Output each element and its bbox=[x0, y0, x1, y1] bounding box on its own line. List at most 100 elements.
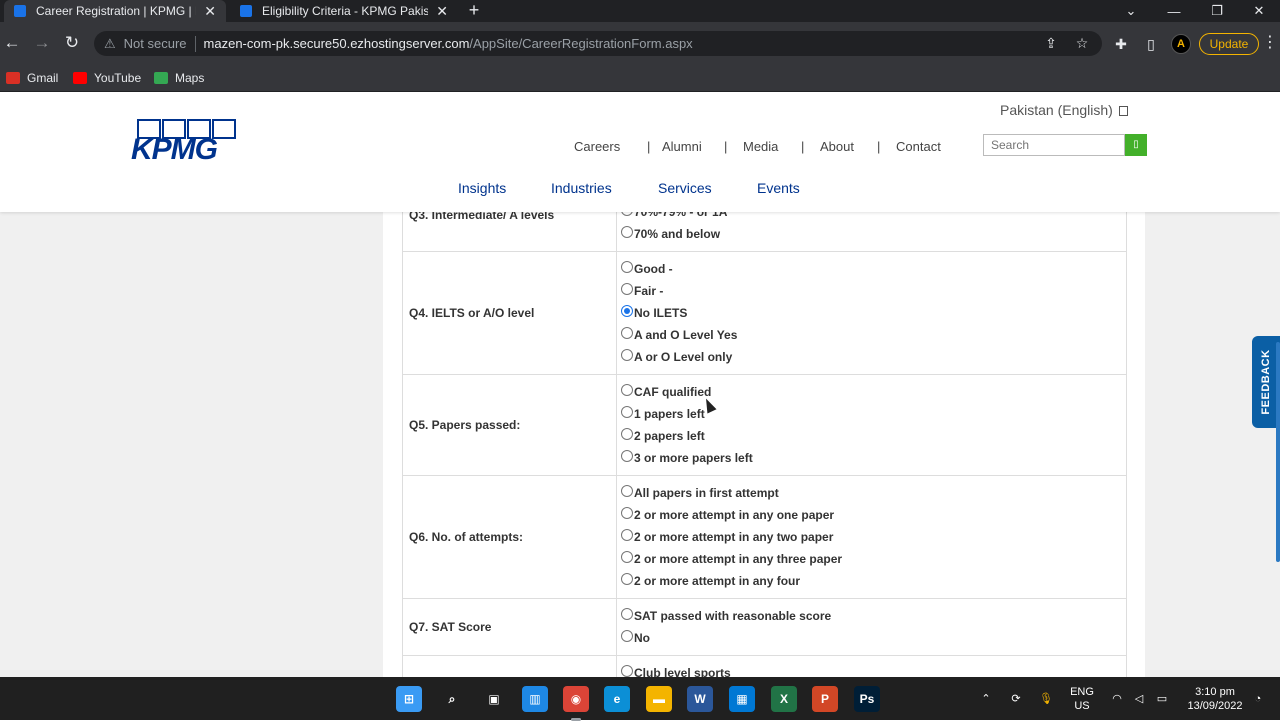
radio-button[interactable] bbox=[621, 226, 633, 238]
nav-services[interactable]: Services bbox=[658, 180, 712, 196]
radio-option[interactable]: A and O Level Yes bbox=[621, 324, 1120, 346]
radio-option[interactable]: SAT passed with reasonable score bbox=[621, 605, 1120, 627]
update-button[interactable]: Update bbox=[1199, 33, 1259, 55]
radio-button[interactable] bbox=[621, 349, 633, 361]
menu-dots-icon[interactable]: ⋮ bbox=[1262, 33, 1278, 55]
notification-icon[interactable]: ◔ bbox=[1250, 677, 1266, 720]
language-selector[interactable]: Pakistan (English) bbox=[1000, 102, 1128, 118]
taskbar-excel-icon[interactable]: X bbox=[771, 686, 797, 712]
taskbar-chrome-icon[interactable]: ◉ bbox=[563, 686, 589, 721]
forward-button[interactable]: → bbox=[32, 33, 52, 53]
tab-close-icon[interactable]: ✕ bbox=[436, 3, 448, 20]
top-link-alumni[interactable]: Alumni bbox=[662, 139, 702, 154]
reload-button[interactable]: ↻ bbox=[62, 33, 82, 53]
radio-button[interactable] bbox=[621, 551, 633, 563]
radio-option[interactable]: 3 or more papers left bbox=[621, 447, 1120, 469]
radio-option-label: Fair - bbox=[634, 284, 664, 298]
microphone-icon[interactable]: 🎙 bbox=[1036, 677, 1056, 720]
radio-option[interactable]: 1 papers left bbox=[621, 403, 1120, 425]
radio-button[interactable] bbox=[621, 450, 633, 462]
back-button[interactable]: ← bbox=[2, 33, 22, 53]
radio-option[interactable]: 2 or more attempt in any three paper bbox=[621, 548, 1120, 570]
tab-eligibility-criteria[interactable]: Eligibility Criteria - KPMG Pakista ✕ bbox=[230, 0, 458, 22]
volume-icon[interactable]: ◁ bbox=[1130, 677, 1148, 720]
security-label[interactable]: Not secure bbox=[124, 36, 187, 51]
top-link-careers[interactable]: Careers bbox=[574, 139, 620, 154]
radio-button[interactable] bbox=[621, 283, 633, 295]
radio-option[interactable]: 2 papers left bbox=[621, 425, 1120, 447]
taskbar-start-icon[interactable]: ⊞ bbox=[396, 686, 422, 712]
taskbar-store-icon[interactable]: ▦ bbox=[729, 686, 755, 712]
radio-option[interactable]: Fair - bbox=[621, 280, 1120, 302]
close-window-button[interactable]: ✕ bbox=[1238, 0, 1280, 22]
top-link-media[interactable]: Media bbox=[743, 139, 778, 154]
radio-button[interactable] bbox=[621, 608, 633, 620]
radio-option[interactable]: CAF qualified bbox=[621, 381, 1120, 403]
radio-button[interactable] bbox=[621, 384, 633, 396]
new-tab-button[interactable]: + bbox=[464, 0, 484, 22]
share-icon[interactable]: ⇪ bbox=[1040, 31, 1062, 56]
input-language[interactable]: ENG US bbox=[1068, 677, 1096, 720]
taskbar-photoshop-icon[interactable]: Ps bbox=[854, 686, 880, 712]
radio-button[interactable] bbox=[621, 630, 633, 642]
radio-option[interactable]: 70% and below bbox=[621, 223, 1120, 245]
radio-button[interactable] bbox=[621, 485, 633, 497]
radio-option[interactable]: A or O Level only bbox=[621, 346, 1120, 368]
battery-icon[interactable]: ▭ bbox=[1153, 677, 1171, 720]
radio-option[interactable]: 2 or more attempt in any four bbox=[621, 570, 1120, 592]
tab-search-icon[interactable]: ⌄ bbox=[1110, 0, 1152, 22]
radio-option[interactable]: 2 or more attempt in any two paper bbox=[621, 526, 1120, 548]
search-submit-button[interactable]: ▯ bbox=[1125, 134, 1147, 156]
radio-button[interactable] bbox=[621, 573, 633, 585]
site-search-input[interactable] bbox=[983, 134, 1125, 156]
system-clock[interactable]: 3:10 pm 13/09/2022 bbox=[1184, 685, 1246, 713]
radio-option[interactable]: Good - bbox=[621, 258, 1120, 280]
radio-button[interactable] bbox=[621, 507, 633, 519]
taskbar-search-icon[interactable]: ⌕ bbox=[439, 686, 465, 712]
radio-option-label: No ILETS bbox=[634, 306, 688, 320]
radio-option[interactable]: No bbox=[621, 627, 1120, 649]
tray-chevron-icon[interactable]: ⌃ bbox=[977, 677, 995, 720]
radio-option[interactable]: Club level sports bbox=[621, 662, 1120, 677]
bookmark-youtube[interactable]: YouTube bbox=[73, 64, 141, 91]
radio-button[interactable] bbox=[621, 406, 633, 418]
top-link-about[interactable]: About bbox=[820, 139, 854, 154]
nav-events[interactable]: Events bbox=[757, 180, 800, 196]
top-link-contact[interactable]: Contact bbox=[896, 139, 941, 154]
radio-option-label: 2 papers left bbox=[634, 429, 705, 443]
bookmark-maps[interactable]: Maps bbox=[154, 64, 204, 91]
radio-option[interactable]: All papers in first attempt bbox=[621, 482, 1120, 504]
nav-insights[interactable]: Insights bbox=[458, 180, 506, 196]
extensions-icon[interactable]: ✚ bbox=[1111, 34, 1131, 54]
taskbar-powerpoint-icon[interactable]: P bbox=[812, 686, 838, 712]
address-bar[interactable]: ⚠ Not secure mazen-com-pk.secure50.ezhos… bbox=[94, 31, 1102, 56]
kpmg-logo[interactable]: KPMG bbox=[131, 117, 243, 166]
radio-option[interactable]: 2 or more attempt in any one paper bbox=[621, 504, 1120, 526]
radio-button[interactable] bbox=[621, 261, 633, 273]
tab-close-icon[interactable]: ✕ bbox=[204, 3, 216, 20]
bookmark-star-icon[interactable]: ☆ bbox=[1071, 31, 1093, 56]
taskbar-task-view-icon[interactable]: ▣ bbox=[481, 686, 507, 712]
page-scrollbar[interactable] bbox=[1276, 342, 1280, 562]
warning-icon[interactable]: ⚠ bbox=[104, 36, 116, 52]
taskbar-edge-icon[interactable]: e bbox=[604, 686, 630, 712]
restore-button[interactable]: ❐ bbox=[1196, 0, 1238, 22]
bookmark-gmail[interactable]: Gmail bbox=[6, 64, 58, 91]
tab-career-registration[interactable]: Career Registration | KPMG | PK ✕ bbox=[4, 0, 226, 22]
taskbar-widgets-icon[interactable]: ▥ bbox=[522, 686, 548, 712]
profile-avatar[interactable]: A bbox=[1171, 34, 1191, 54]
nav-industries[interactable]: Industries bbox=[551, 180, 612, 196]
radio-button[interactable] bbox=[621, 428, 633, 440]
radio-button[interactable] bbox=[621, 327, 633, 339]
minimize-button[interactable]: — bbox=[1153, 0, 1195, 22]
wifi-icon[interactable]: ◠ bbox=[1108, 677, 1126, 720]
radio-button[interactable] bbox=[621, 665, 633, 677]
taskbar-word-icon[interactable]: W bbox=[687, 686, 713, 712]
question-row: Q5. Papers passed: CAF qualified 1 papers … bbox=[402, 374, 1127, 476]
radio-button[interactable] bbox=[621, 529, 633, 541]
radio-button-checked[interactable] bbox=[621, 305, 633, 317]
sync-icon[interactable]: ⟳ bbox=[1006, 677, 1026, 720]
taskbar-file-explorer-icon[interactable]: ▬ bbox=[646, 686, 672, 712]
side-panel-icon[interactable]: ▯ bbox=[1141, 34, 1161, 54]
radio-option[interactable]: No ILETS bbox=[621, 302, 1120, 324]
